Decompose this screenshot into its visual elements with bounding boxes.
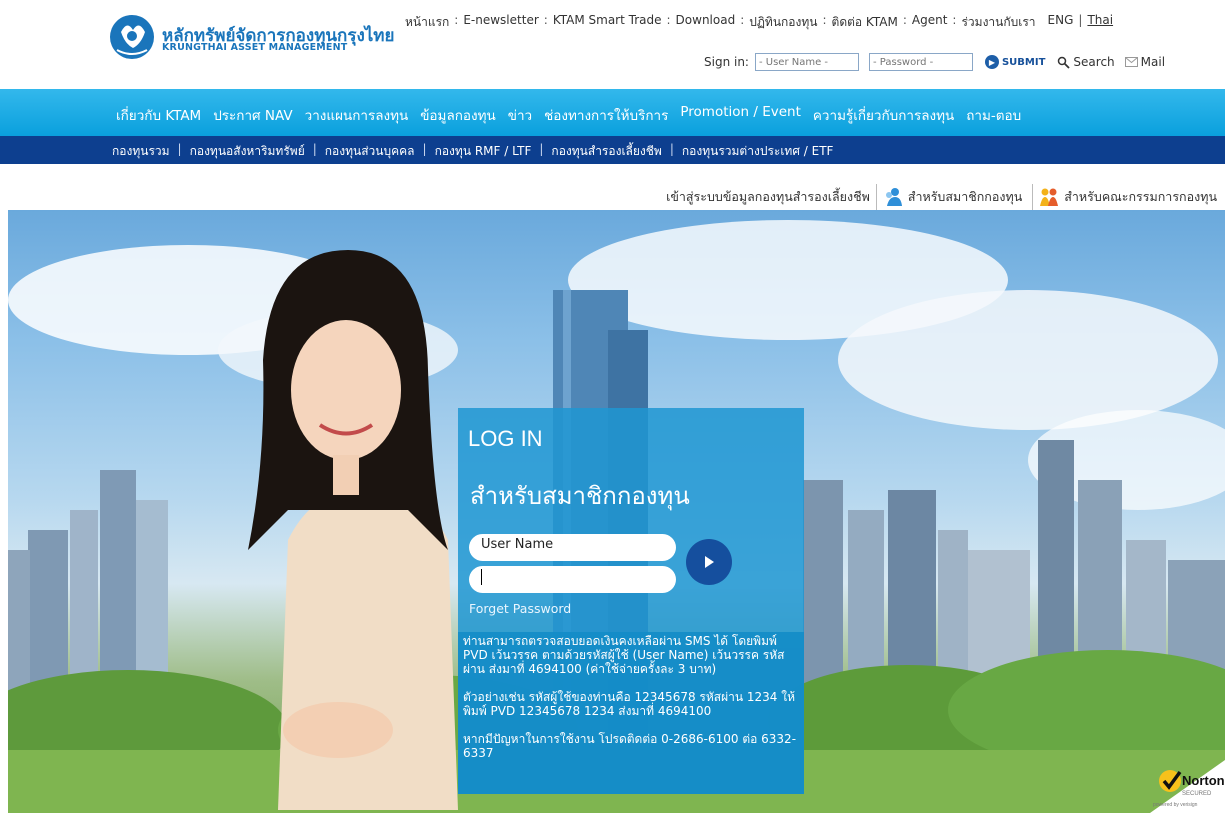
subnav-property-fund[interactable]: กองทุนอสังหาริมทรัพย์ bbox=[190, 142, 305, 161]
top-links: หน้าแรก : E-newsletter : KTAM Smart Trad… bbox=[405, 13, 1113, 32]
login-subtitle: สำหรับสมาชิกกองทุน bbox=[470, 482, 690, 510]
mail-link[interactable]: Mail bbox=[1124, 55, 1166, 69]
committee-group-icon bbox=[1040, 188, 1059, 206]
nav-promotion[interactable]: Promotion / Event bbox=[680, 104, 801, 126]
info-paragraph-example: ตัวอย่างเช่น รหัสผู้ใช้ของท่านคือ 123456… bbox=[463, 690, 795, 718]
nav-fund-info[interactable]: ข้อมูลกองทุน bbox=[420, 104, 496, 126]
login-title: LOG IN bbox=[468, 426, 543, 451]
username-label: User Name bbox=[481, 537, 554, 552]
subnav-private-fund[interactable]: กองทุนส่วนบุคคล bbox=[325, 142, 415, 161]
subnav-rmf-ltf[interactable]: กองทุน RMF / LTF bbox=[435, 142, 532, 161]
ktam-logo-icon[interactable] bbox=[107, 10, 157, 60]
search-icon bbox=[1058, 56, 1071, 69]
nav-channels[interactable]: ช่องทางการให้บริการ bbox=[544, 104, 668, 126]
top-link-calendar[interactable]: ปฏิทินกองทุน bbox=[749, 13, 817, 32]
main-nav: เกี่ยวกับ KTAM ประกาศ NAV วางแผนการลงทุน… bbox=[0, 89, 1225, 136]
subnav-provident-fund[interactable]: กองทุนสำรองเลี้ยงชีพ bbox=[551, 142, 661, 161]
text-cursor bbox=[481, 569, 482, 585]
nav-about[interactable]: เกี่ยวกับ KTAM bbox=[116, 104, 201, 126]
forget-password-link[interactable]: Forget Password bbox=[469, 601, 571, 616]
top-link-separator: : bbox=[543, 13, 548, 27]
divider bbox=[1032, 184, 1034, 210]
pvd-member-link[interactable]: สำหรับสมาชิกกองทุน bbox=[908, 187, 1022, 207]
top-link-home[interactable]: หน้าแรก bbox=[405, 13, 449, 32]
lang-divider: | bbox=[1078, 13, 1083, 27]
top-link-separator: : bbox=[740, 13, 745, 27]
nav-faq[interactable]: ถาม-ตอบ bbox=[966, 104, 1021, 126]
signin-label: Sign in: bbox=[704, 55, 749, 69]
norton-secured: SECURED bbox=[1182, 791, 1212, 797]
pvd-access-bar: เข้าสู่ระบบข้อมูลกองทุนสำรองเลี้ยงชีพ สำ… bbox=[666, 184, 1217, 210]
search-link[interactable]: Search bbox=[1057, 55, 1115, 69]
top-link-download[interactable]: Download bbox=[676, 13, 736, 32]
top-link-smart-trade[interactable]: KTAM Smart Trade bbox=[553, 13, 662, 32]
lang-eng-link[interactable]: ENG bbox=[1048, 13, 1074, 32]
submit-button[interactable]: ▶ SUBMIT bbox=[984, 55, 1046, 69]
top-link-agent[interactable]: Agent bbox=[912, 13, 948, 32]
subnav-divider: | bbox=[312, 142, 317, 156]
mail-icon bbox=[1124, 57, 1138, 67]
norton-name: Norton bbox=[1182, 773, 1225, 788]
pvd-label: เข้าสู่ระบบข้อมูลกองทุนสำรองเลี้ยงชีพ bbox=[666, 189, 870, 204]
nav-nav[interactable]: ประกาศ NAV bbox=[213, 104, 292, 126]
login-username-field[interactable]: User Name bbox=[469, 534, 676, 561]
login-password-field[interactable] bbox=[469, 566, 676, 593]
lang-thai-link[interactable]: Thai bbox=[1087, 13, 1113, 32]
subnav-divider: | bbox=[539, 142, 544, 156]
top-link-separator: : bbox=[454, 13, 459, 27]
top-link-careers[interactable]: ร่วมงานกับเรา bbox=[961, 13, 1035, 32]
submit-label: SUBMIT bbox=[1001, 56, 1046, 68]
top-link-separator: : bbox=[952, 13, 957, 27]
username-input[interactable] bbox=[754, 53, 859, 71]
nav-planning[interactable]: วางแผนการลงทุน bbox=[305, 104, 409, 126]
top-link-separator: : bbox=[822, 13, 827, 27]
mail-label: Mail bbox=[1140, 55, 1166, 69]
sms-info-box: ท่านสามารถตรวจสอบยอดเงินคงเหลือผ่าน SMS … bbox=[458, 632, 804, 794]
norton-verisign: powered by verisign bbox=[1153, 802, 1198, 808]
subnav-mutual-fund[interactable]: กองทุนรวม bbox=[112, 142, 170, 161]
search-label: Search bbox=[1073, 55, 1115, 69]
top-link-enewsletter[interactable]: E-newsletter bbox=[463, 13, 538, 32]
subnav-divider: | bbox=[177, 142, 182, 156]
member-person-icon bbox=[885, 188, 902, 206]
subnav-divider: | bbox=[669, 142, 674, 156]
subnav-divider: | bbox=[422, 142, 427, 156]
pvd-committee-link[interactable]: สำหรับคณะกรรมการกองทุน bbox=[1064, 187, 1217, 207]
info-paragraph-sms: ท่านสามารถตรวจสอบยอดเงินคงเหลือผ่าน SMS … bbox=[463, 634, 785, 676]
top-link-separator: : bbox=[666, 13, 671, 27]
top-link-contact[interactable]: ติดต่อ KTAM bbox=[832, 13, 898, 32]
nav-news[interactable]: ข่าว bbox=[508, 104, 532, 126]
subnav-foreign-etf[interactable]: กองทุนรวมต่างประเทศ / ETF bbox=[682, 142, 834, 161]
divider bbox=[875, 184, 877, 210]
signin-bar: Sign in: ▶ SUBMIT Search Mail bbox=[704, 53, 1165, 71]
login-go-button[interactable] bbox=[686, 539, 732, 585]
nav-knowledge[interactable]: ความรู้เกี่ยวกับการลงทุน bbox=[813, 104, 954, 126]
play-icon: ▶ bbox=[984, 55, 999, 69]
password-input[interactable] bbox=[868, 53, 973, 71]
top-link-separator: : bbox=[902, 13, 907, 27]
norton-secured-seal[interactable]: Norton SECURED powered by verisign bbox=[1150, 760, 1225, 813]
info-paragraph-contact: หากมีปัญหาในการใช้งาน โปรดติดต่อ 0-2686-… bbox=[463, 732, 797, 760]
play-arrow-icon bbox=[705, 556, 714, 568]
sub-nav: กองทุนรวม | กองทุนอสังหาริมทรัพย์ | กองท… bbox=[0, 136, 1225, 164]
logo-english-name[interactable]: KRUNGTHAI ASSET MANAGEMENT bbox=[162, 42, 347, 53]
